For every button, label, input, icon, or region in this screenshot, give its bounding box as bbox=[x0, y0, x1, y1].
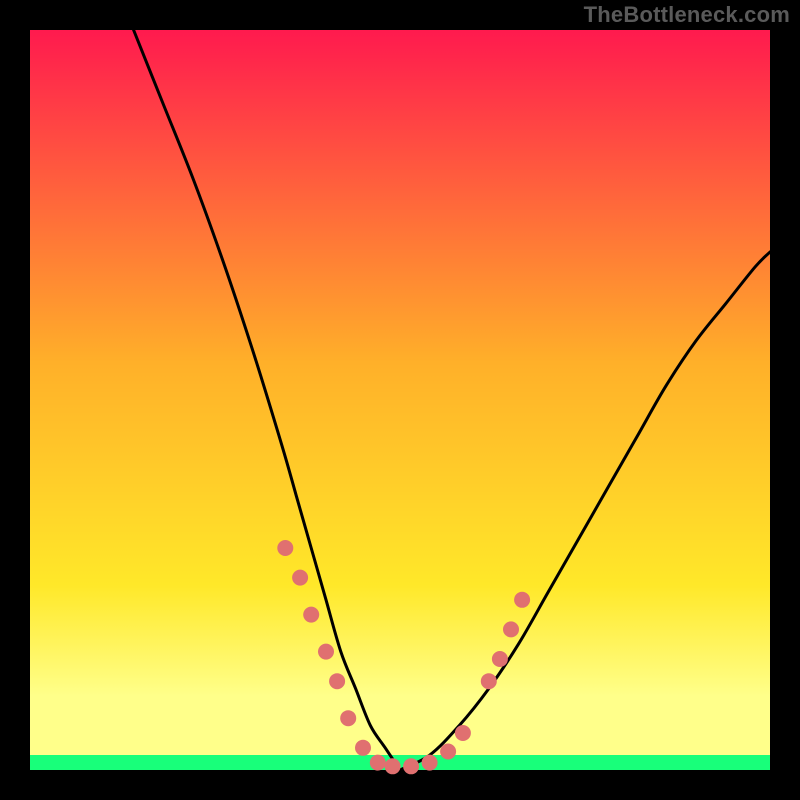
data-dot bbox=[292, 570, 308, 586]
data-dot bbox=[329, 673, 345, 689]
data-dot bbox=[514, 592, 530, 608]
chart-frame: TheBottleneck.com bbox=[0, 0, 800, 800]
data-dot bbox=[340, 710, 356, 726]
data-dot bbox=[455, 725, 471, 741]
data-dot bbox=[277, 540, 293, 556]
data-dot bbox=[403, 758, 419, 774]
bottom-band bbox=[30, 700, 770, 755]
data-dot bbox=[385, 758, 401, 774]
watermark-text: TheBottleneck.com bbox=[584, 2, 790, 28]
data-dot bbox=[318, 644, 334, 660]
data-dot bbox=[440, 744, 456, 760]
data-dot bbox=[422, 755, 438, 771]
data-dot bbox=[503, 621, 519, 637]
bottleneck-chart bbox=[0, 0, 800, 800]
data-dot bbox=[492, 651, 508, 667]
data-dot bbox=[370, 755, 386, 771]
data-dot bbox=[355, 740, 371, 756]
data-dot bbox=[481, 673, 497, 689]
data-dot bbox=[303, 607, 319, 623]
